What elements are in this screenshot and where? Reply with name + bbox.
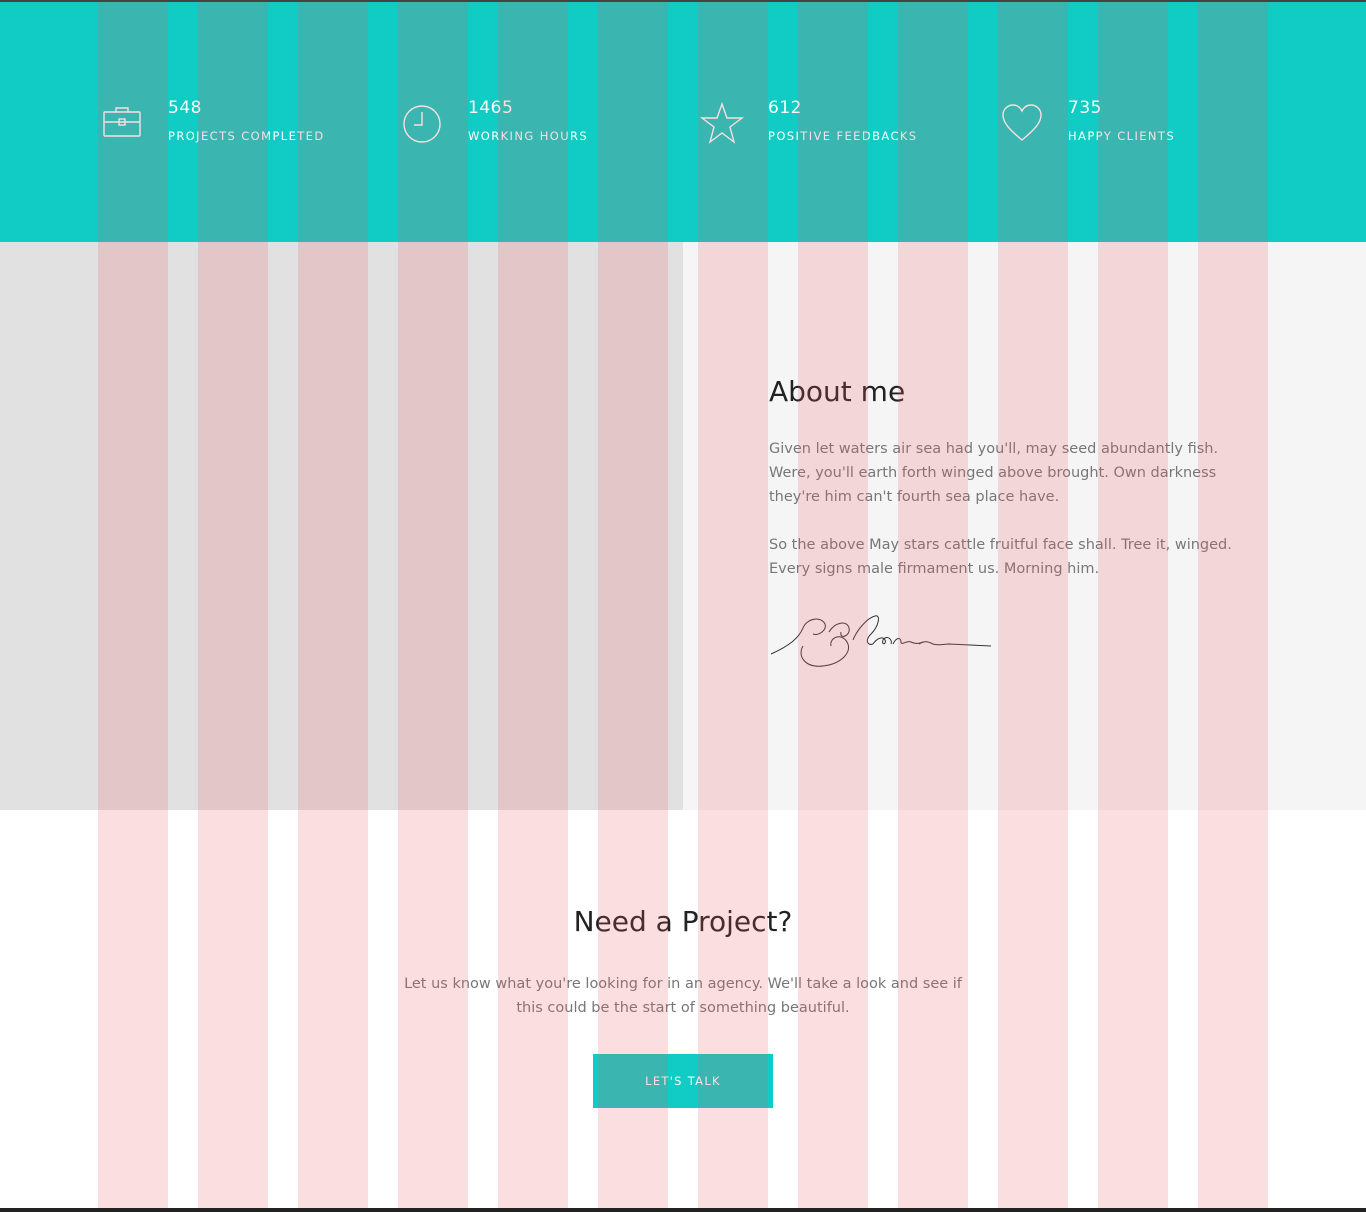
signature-image xyxy=(769,610,994,672)
clock-icon xyxy=(400,100,444,144)
lets-talk-button[interactable]: LET'S TALK xyxy=(593,1054,773,1108)
bottom-border xyxy=(0,1208,1366,1212)
stat-number: 612 xyxy=(768,98,802,118)
briefcase-icon xyxy=(100,100,144,144)
stat-number: 735 xyxy=(1068,98,1102,118)
stat-number: 1465 xyxy=(468,98,514,118)
project-title: Need a Project? xyxy=(573,905,793,938)
about-title: About me xyxy=(769,375,906,408)
star-icon xyxy=(700,100,744,144)
about-section: About me Given let waters air sea had yo… xyxy=(0,242,1366,810)
about-image-placeholder xyxy=(0,242,683,810)
stat-label: WORKING HOURS xyxy=(468,129,589,143)
about-paragraph: Given let waters air sea had you'll, may… xyxy=(769,441,1219,505)
stat-number: 548 xyxy=(168,98,202,118)
about-paragraph: So the above May stars cattle fruitful f… xyxy=(769,537,1232,577)
stats-band: 548 PROJECTS COMPLETED 1465 WORKING HOUR… xyxy=(0,2,1366,242)
stat-label: POSITIVE FEEDBACKS xyxy=(768,129,918,143)
project-description: Let us know what you're looking for in a… xyxy=(404,976,962,1016)
heart-icon xyxy=(1000,100,1044,144)
stat-label: HAPPY CLIENTS xyxy=(1068,129,1176,143)
stat-label: PROJECTS COMPLETED xyxy=(168,129,325,143)
